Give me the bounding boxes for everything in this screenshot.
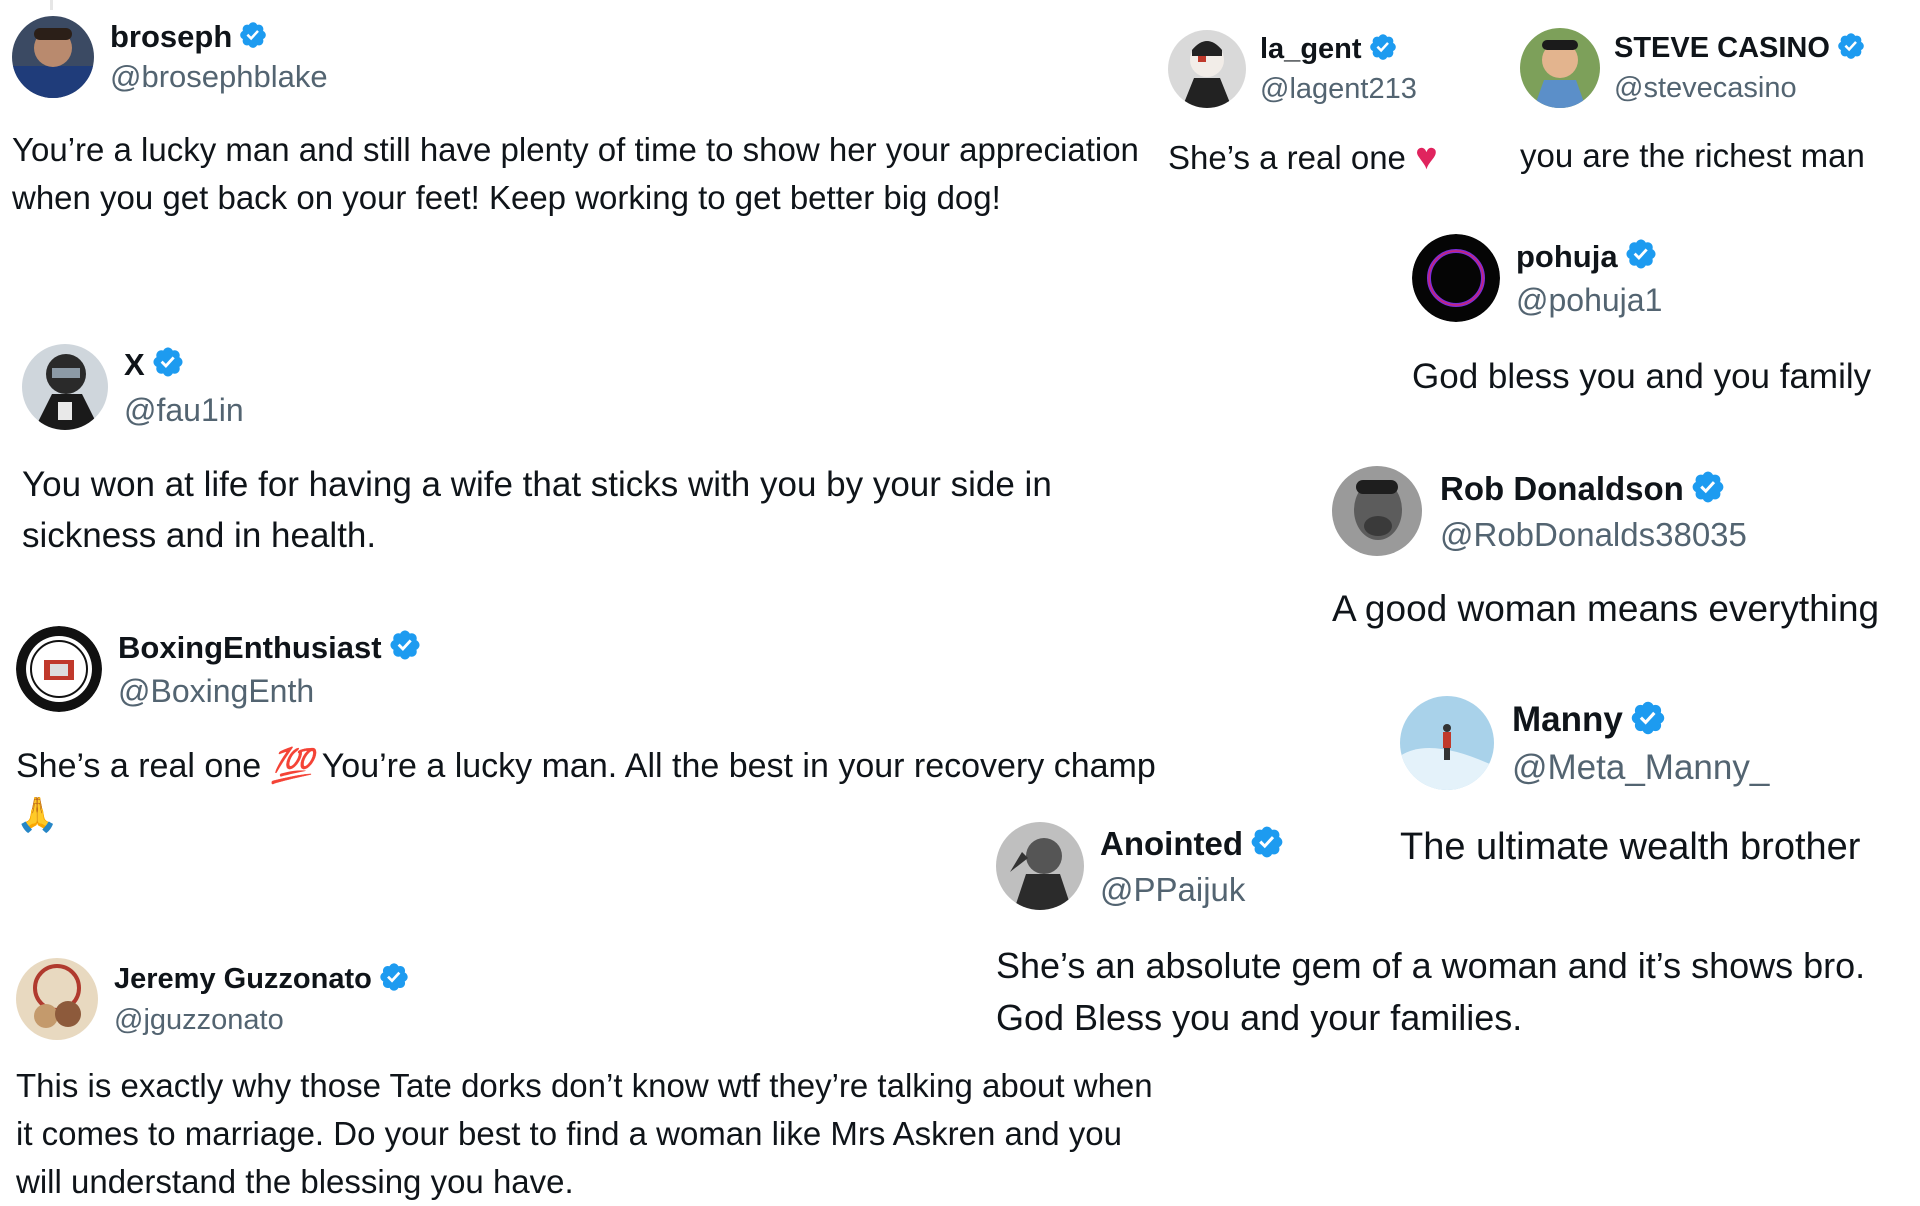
avatar[interactable] (12, 16, 94, 98)
reply-x: X @fau1in You won at life for having a w… (22, 344, 1162, 562)
display-name[interactable]: Manny (1512, 700, 1623, 740)
handle[interactable]: @pohuja1 (1516, 282, 1662, 319)
verified-badge-icon (1624, 237, 1658, 276)
verified-badge-icon (388, 628, 422, 667)
reply-text: You won at life for having a wife that s… (22, 465, 1052, 555)
reply-anointed: Anointed @PPaijuk She’s an absolute gem … (996, 822, 1916, 1044)
reply-text-part: She’s a real one (16, 747, 271, 785)
avatar[interactable] (1412, 234, 1500, 322)
handle[interactable]: @RobDonalds38035 (1440, 516, 1747, 554)
reply-text: God bless you and you family (1412, 357, 1872, 396)
display-name[interactable]: Rob Donaldson (1440, 470, 1684, 508)
reply-text: She’s an absolute gem of a woman and it’… (996, 945, 1866, 1039)
verified-badge-icon (378, 961, 410, 998)
avatar[interactable] (1332, 466, 1422, 556)
avatar[interactable] (1168, 30, 1246, 108)
display-name[interactable]: BoxingEnthusiast (118, 630, 382, 666)
reply-text-part: She’s a real one (1168, 139, 1416, 176)
display-name[interactable]: X (124, 347, 145, 383)
display-name[interactable]: Jeremy Guzzonato (114, 963, 372, 996)
handle[interactable]: @jguzzonato (114, 1004, 410, 1037)
verified-badge-icon (1368, 32, 1398, 67)
avatar[interactable] (16, 626, 102, 712)
display-name[interactable]: la_gent (1260, 33, 1362, 66)
display-name[interactable]: Anointed (1100, 825, 1243, 863)
verified-badge-icon (1836, 31, 1866, 66)
avatar[interactable] (996, 822, 1084, 910)
reply-jeremy-guzzonato: Jeremy Guzzonato @jguzzonato This is exa… (16, 958, 1166, 1206)
display-name[interactable]: broseph (110, 19, 232, 55)
handle[interactable]: @fau1in (124, 392, 244, 429)
reply-rob-donaldson: Rob Donaldson @RobDonalds38035 A good wo… (1332, 466, 1912, 636)
reply-broseph: broseph @brosephblake You’re a lucky man… (12, 16, 1162, 222)
reply-text: She’s a real one ♥ (1168, 130, 1488, 185)
handle[interactable]: @stevecasino (1614, 72, 1866, 105)
thread-line (50, 0, 53, 10)
display-name[interactable]: pohuja (1516, 239, 1618, 275)
display-name[interactable]: STEVE CASINO (1614, 32, 1830, 65)
folded-hands-emoji-icon: 🙏 (16, 796, 59, 835)
reply-steve-casino: STEVE CASINO @stevecasino you are the ri… (1520, 28, 1910, 180)
avatar[interactable] (22, 344, 108, 430)
handle[interactable]: @PPaijuk (1100, 871, 1285, 909)
reply-text: You’re a lucky man and still have plenty… (12, 131, 1139, 216)
handle[interactable]: @lagent213 (1260, 73, 1417, 106)
reply-la-gent: la_gent @lagent213 She’s a real one ♥ (1168, 30, 1488, 185)
verified-badge-icon (1690, 469, 1726, 510)
avatar[interactable] (16, 958, 98, 1040)
hundred-points-emoji-icon: 💯 (270, 747, 313, 785)
reply-text: This is exactly why those Tate dorks don… (16, 1067, 1153, 1200)
handle[interactable]: @brosephblake (110, 59, 328, 95)
reply-text: A good woman means everything (1332, 588, 1880, 629)
reply-boxingenthusiast: BoxingEnthusiast @BoxingEnth She’s a rea… (16, 626, 1156, 841)
verified-badge-icon (151, 345, 185, 384)
handle[interactable]: @BoxingEnth (118, 673, 422, 710)
reply-text: She’s a real one 💯 You’re a lucky man. A… (16, 742, 1156, 841)
reply-pohuja: pohuja @pohuja1 God bless you and you fa… (1412, 234, 1912, 403)
avatar[interactable] (1400, 696, 1494, 790)
verified-badge-icon (1629, 699, 1667, 742)
reply-text-part: You’re a lucky man. All the best in your… (312, 747, 1156, 785)
verified-badge-icon (238, 20, 268, 55)
handle[interactable]: @Meta_Manny_ (1512, 748, 1769, 788)
verified-badge-icon (1249, 824, 1285, 865)
reply-text: you are the richest man (1520, 137, 1865, 174)
avatar[interactable] (1520, 28, 1600, 108)
heart-emoji-icon: ♥ (1415, 136, 1438, 178)
